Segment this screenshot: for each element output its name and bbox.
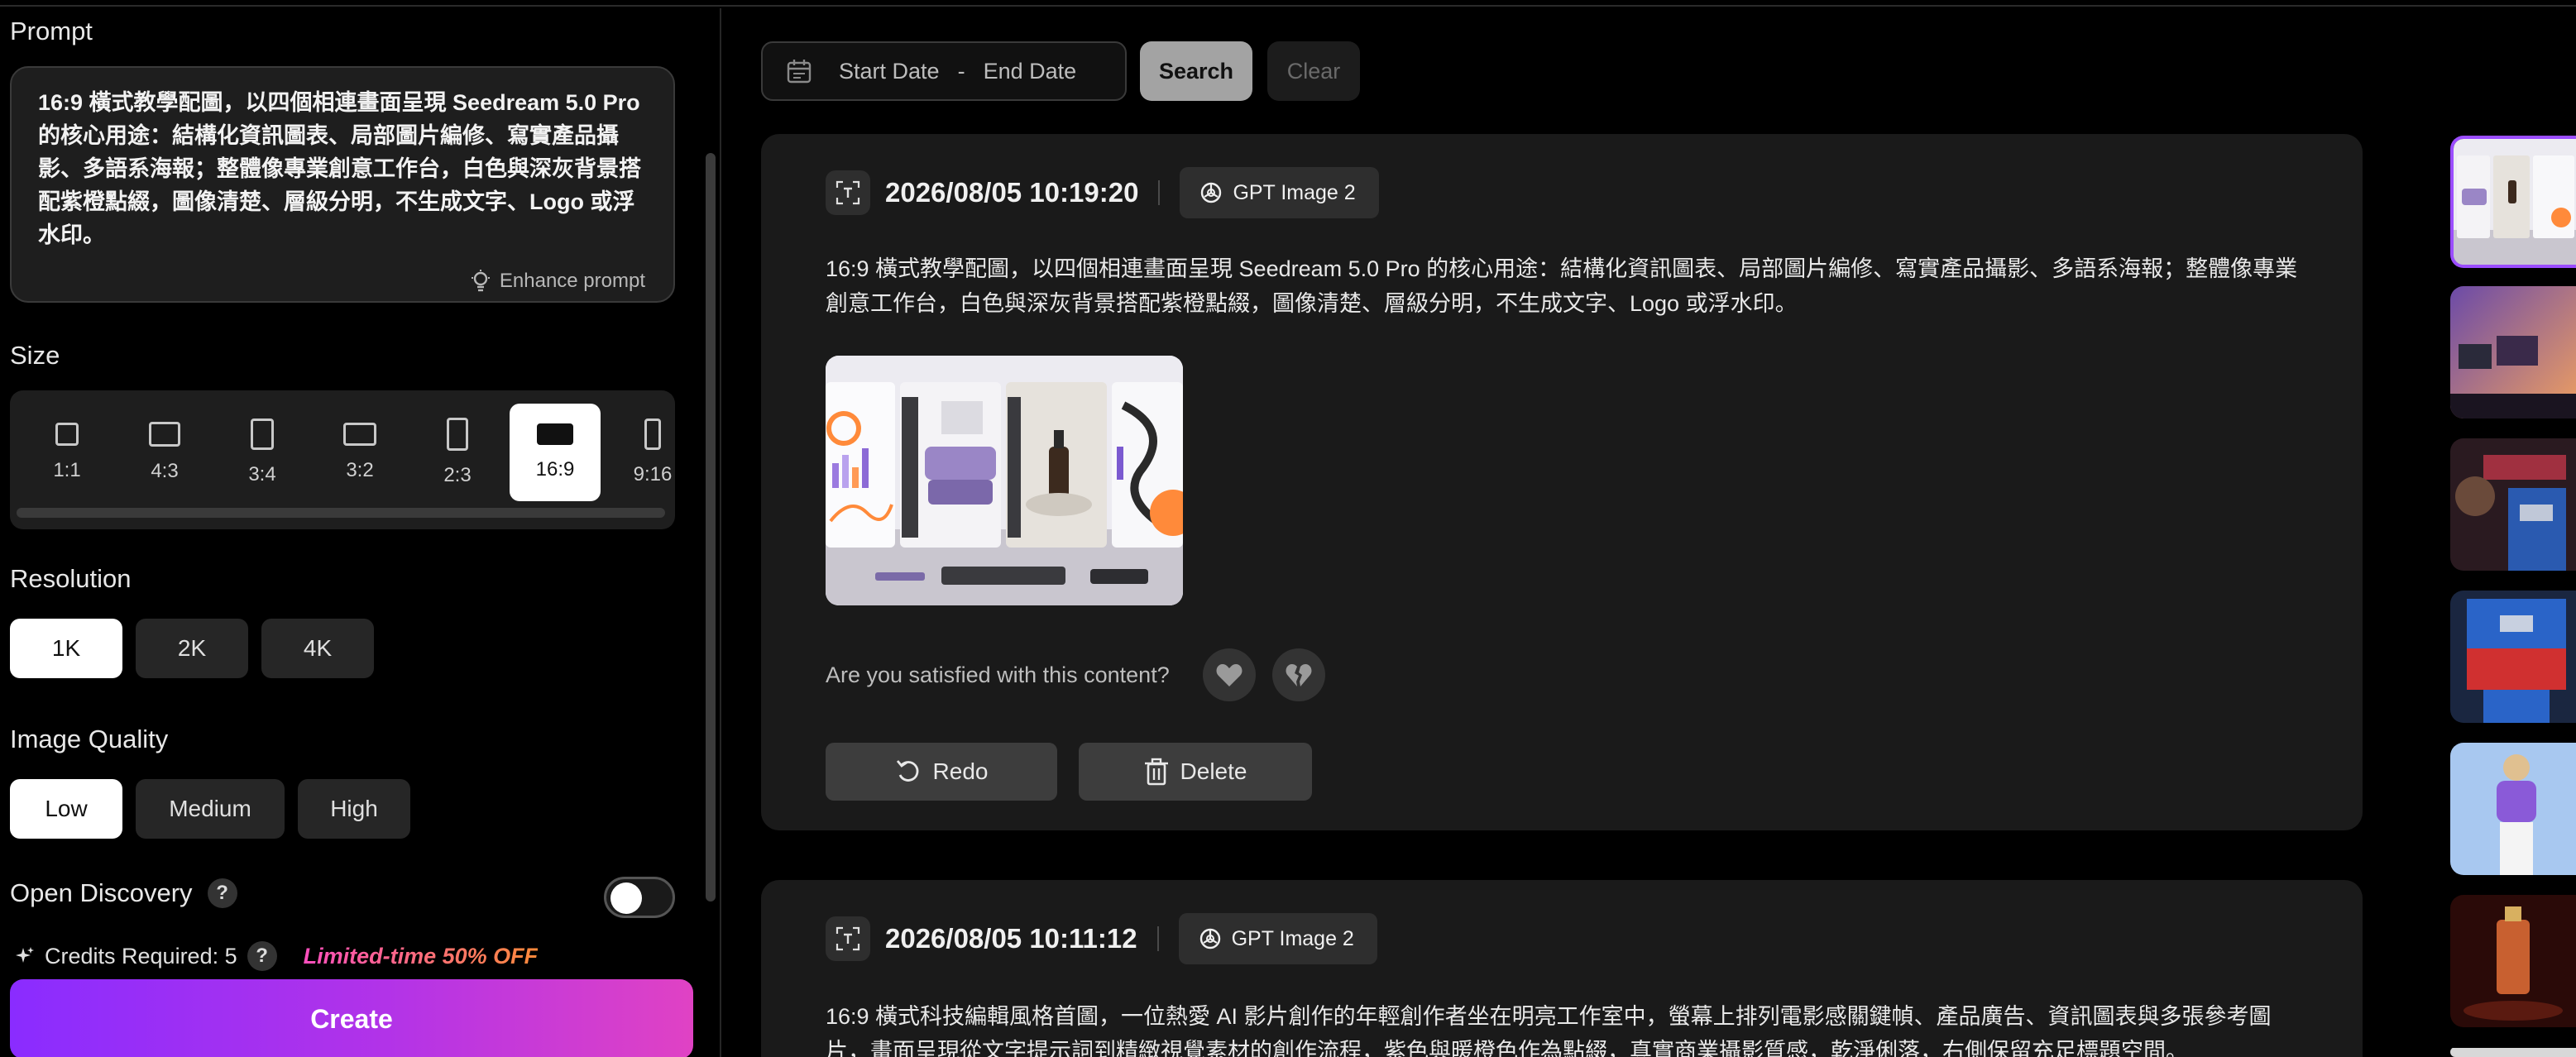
image-quality-title: Image Quality bbox=[10, 725, 169, 753]
quality-low-button[interactable]: Low bbox=[10, 779, 122, 839]
square-shape-icon bbox=[55, 423, 79, 446]
open-discovery-row: Open Discovery ? bbox=[10, 878, 237, 908]
landscape-shape-icon bbox=[149, 422, 180, 447]
history-thumbnail[interactable] bbox=[2450, 136, 2576, 268]
help-icon[interactable]: ? bbox=[247, 941, 277, 971]
portrait-shape-icon bbox=[447, 418, 468, 451]
openai-logo-icon bbox=[1201, 182, 1222, 203]
open-discovery-toggle[interactable] bbox=[604, 877, 675, 918]
size-option-label: 3:4 bbox=[248, 463, 276, 485]
openai-logo-icon bbox=[1199, 928, 1220, 949]
size-option-4-3[interactable]: 4:3 bbox=[119, 404, 210, 501]
date-range-picker[interactable]: Start Date - End Date bbox=[761, 41, 1127, 101]
size-option-3-2[interactable]: 3:2 bbox=[314, 404, 405, 501]
card-prompt-text: 16:9 橫式科技編輯風格首圖，一位熱愛 AI 影片創作的年輕創作者坐在明亮工作… bbox=[826, 1004, 2272, 1057]
divider bbox=[1158, 180, 1161, 205]
text-to-image-icon bbox=[826, 170, 870, 215]
history-card: 2026/08/05 10:19:20 GPT Image 2 16:9 橫式教… bbox=[761, 134, 2363, 830]
end-date-input[interactable]: End Date bbox=[984, 59, 1077, 84]
satisfaction-question: Are you satisfied with this content? bbox=[826, 662, 1170, 687]
resolution-2k-button[interactable]: 2K bbox=[136, 619, 248, 678]
credits-required-label: Credits Required: 5 bbox=[45, 943, 237, 969]
create-button[interactable]: Create bbox=[10, 979, 693, 1057]
size-option-2-3[interactable]: 2:3 bbox=[412, 404, 503, 501]
promo-badge: Limited-time 50% OFF bbox=[303, 943, 539, 969]
panel-divider bbox=[720, 8, 721, 1057]
delete-label: Delete bbox=[1180, 758, 1247, 784]
history-thumbnail[interactable] bbox=[2450, 895, 2576, 1027]
toggle-knob bbox=[610, 882, 642, 914]
model-name: GPT Image 2 bbox=[1231, 926, 1354, 950]
quality-high-button[interactable]: High bbox=[298, 779, 410, 839]
resolution-4k-button[interactable]: 4K bbox=[261, 619, 374, 678]
open-discovery-label: Open Discovery bbox=[10, 878, 193, 907]
lightbulb-icon bbox=[471, 270, 490, 292]
size-option-9-16[interactable]: 9:16 bbox=[607, 404, 675, 501]
settings-scrollbar[interactable] bbox=[706, 153, 716, 902]
start-date-input[interactable]: Start Date bbox=[839, 59, 940, 84]
history-thumbnail[interactable] bbox=[2450, 438, 2576, 571]
size-scrollbar[interactable] bbox=[17, 508, 665, 518]
settings-panel: Prompt 16:9 橫式教學配圖，以四個相連畫面呈現 Seedream 5.… bbox=[0, 8, 720, 1057]
size-option-1-1[interactable]: 1:1 bbox=[22, 404, 113, 501]
wide-shape-icon bbox=[537, 423, 573, 445]
broken-heart-icon bbox=[1286, 664, 1312, 686]
card-timestamp: 2026/08/05 10:11:12 bbox=[885, 923, 1137, 954]
enhance-prompt-button[interactable]: Enhance prompt bbox=[470, 270, 645, 293]
tall-shape-icon bbox=[644, 418, 661, 450]
clear-button[interactable]: Clear bbox=[1267, 41, 1360, 101]
size-option-label: 3:2 bbox=[346, 459, 374, 481]
generated-image-thumbnail[interactable] bbox=[826, 356, 1183, 605]
redo-icon bbox=[896, 760, 918, 782]
enhance-prompt-label: Enhance prompt bbox=[499, 270, 645, 292]
trash-icon bbox=[1144, 758, 1168, 786]
redo-button[interactable]: Redo bbox=[826, 743, 1057, 801]
history-thumbnail[interactable] bbox=[2450, 1047, 2576, 1057]
heart-icon bbox=[1216, 664, 1243, 686]
satisfaction-row: Are you satisfied with this content? bbox=[826, 648, 1325, 701]
help-icon[interactable]: ? bbox=[207, 878, 237, 908]
size-title: Size bbox=[10, 341, 60, 370]
history-card: 2026/08/05 10:11:12 GPT Image 2 16:9 橫式科… bbox=[761, 880, 2363, 1057]
history-thumbnail[interactable] bbox=[2450, 743, 2576, 875]
history-thumbnail[interactable] bbox=[2450, 591, 2576, 723]
size-option-label: 16:9 bbox=[535, 458, 575, 481]
history-thumbnail[interactable] bbox=[2450, 286, 2576, 418]
top-border bbox=[0, 0, 2576, 7]
size-selector: 1:1 4:3 3:4 3:2 2:3 16:9 9:16 bbox=[10, 390, 675, 529]
resolution-title: Resolution bbox=[10, 564, 132, 593]
size-option-label: 1:1 bbox=[53, 459, 81, 481]
card-timestamp: 2026/08/05 10:19:20 bbox=[885, 177, 1139, 208]
prompt-input[interactable]: 16:9 橫式教學配圖，以四個相連畫面呈現 Seedream 5.0 Pro 的… bbox=[10, 66, 675, 303]
model-badge: GPT Image 2 bbox=[1180, 167, 1379, 218]
model-name: GPT Image 2 bbox=[1233, 180, 1356, 204]
calendar-icon bbox=[787, 60, 812, 84]
size-option-label: 9:16 bbox=[633, 463, 673, 485]
prompt-text[interactable]: 16:9 橫式教學配圖，以四個相連畫面呈現 Seedream 5.0 Pro 的… bbox=[38, 86, 647, 251]
date-separator: - bbox=[957, 58, 965, 84]
portrait-shape-icon bbox=[251, 418, 274, 450]
search-button[interactable]: Search bbox=[1140, 41, 1252, 101]
dislike-button[interactable] bbox=[1271, 648, 1325, 701]
card-prompt-text: 16:9 橫式教學配圖，以四個相連畫面呈現 Seedream 5.0 Pro 的… bbox=[826, 256, 2298, 316]
divider bbox=[1156, 926, 1159, 951]
credits-info: Credits Required: 5 ? Limited-time 50% O… bbox=[15, 941, 538, 971]
like-button[interactable] bbox=[1202, 648, 1256, 701]
landscape-shape-icon bbox=[343, 423, 376, 446]
size-option-16-9[interactable]: 16:9 bbox=[510, 404, 601, 501]
quality-medium-button[interactable]: Medium bbox=[136, 779, 285, 839]
resolution-1k-button[interactable]: 1K bbox=[10, 619, 122, 678]
delete-button[interactable]: Delete bbox=[1079, 743, 1312, 801]
redo-label: Redo bbox=[932, 758, 989, 784]
prompt-title: Prompt bbox=[10, 17, 93, 45]
model-badge: GPT Image 2 bbox=[1178, 913, 1377, 964]
size-option-3-4[interactable]: 3:4 bbox=[217, 404, 308, 501]
sparkle-icon bbox=[16, 947, 34, 963]
size-option-label: 2:3 bbox=[443, 464, 472, 486]
text-to-image-icon bbox=[826, 916, 870, 961]
size-option-label: 4:3 bbox=[151, 460, 179, 482]
